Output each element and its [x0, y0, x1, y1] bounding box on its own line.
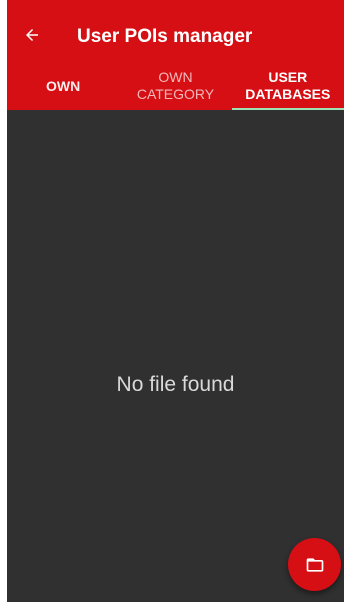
toolbar: User POIs manager — [7, 0, 344, 70]
empty-state-message: No file found — [116, 373, 235, 396]
active-tab-indicator — [231, 108, 344, 110]
tab-user-databases-label-line2: DATABASES — [245, 86, 331, 102]
arrow-left-icon — [26, 29, 38, 41]
page-title: User POIs manager — [77, 26, 253, 47]
tab-own-category[interactable]: OWN CATEGORY — [119, 62, 231, 110]
tab-own-label: OWN — [46, 77, 81, 94]
app-screen: User POIs manager OWN OWN CATEGORY USER … — [7, 0, 344, 602]
back-button[interactable] — [17, 20, 47, 50]
tab-own-category-label-line1: OWN — [158, 69, 193, 85]
app-bar: User POIs manager OWN OWN CATEGORY USER … — [7, 0, 344, 110]
tab-own[interactable]: OWN — [7, 62, 119, 110]
tab-own-category-label-line2: CATEGORY — [136, 86, 215, 102]
folder-icon — [306, 557, 323, 572]
open-folder-button[interactable] — [288, 538, 341, 591]
tab-user-databases-label-line1: USER — [268, 69, 308, 85]
tab-user-databases[interactable]: USER DATABASES — [231, 62, 344, 110]
tab-bar: OWN OWN CATEGORY USER DATABASES — [7, 62, 344, 110]
